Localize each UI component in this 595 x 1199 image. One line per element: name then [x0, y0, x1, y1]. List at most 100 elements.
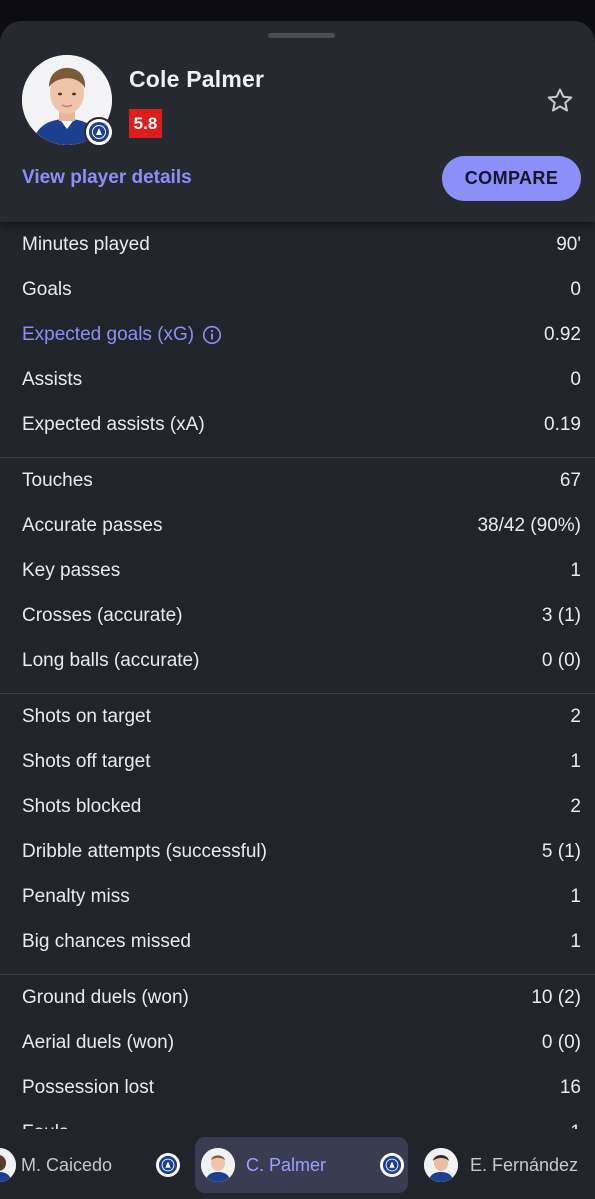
- stat-label-text: Shots off target: [22, 750, 151, 772]
- stat-label-text: Possession lost: [22, 1076, 155, 1098]
- stat-row: Assists 0: [0, 357, 595, 402]
- stat-row: Possession lost 16: [0, 1065, 595, 1110]
- player-stats-sheet: Cole Palmer 5.8 View player details COMP…: [0, 21, 595, 1199]
- stat-value: 67: [559, 469, 581, 491]
- stat-label: Goals: [22, 279, 72, 301]
- stat-label-text: Long balls (accurate): [22, 649, 200, 671]
- stat-label: Ground duels (won): [22, 987, 189, 1009]
- stat-value: 0: [570, 278, 581, 300]
- stat-value: 16: [559, 1076, 581, 1098]
- stat-value: 2: [570, 705, 581, 727]
- stat-label: Penalty miss: [22, 886, 130, 908]
- stat-value: 90': [556, 233, 581, 255]
- stat-label-text: Dribble attempts (successful): [22, 840, 267, 862]
- chelsea-crest-icon: [380, 1153, 404, 1177]
- player-switcher-bar: M. Caicedo C. Palmer E. Fernández: [0, 1129, 595, 1199]
- player-avatar-icon: [201, 1148, 235, 1182]
- stat-label[interactable]: Expected goals (xG): [22, 324, 222, 346]
- stat-value: 38/42 (90%): [477, 514, 581, 536]
- stats-list: Minutes played 90' Goals 0 Expected goals (x…: [0, 222, 595, 1166]
- stat-row: Ground duels (won) 10 (2): [0, 975, 595, 1020]
- stat-label: Aerial duels (won): [22, 1032, 174, 1054]
- stat-value: 3 (1): [541, 604, 581, 626]
- stat-label: Big chances missed: [22, 931, 191, 953]
- stat-label-text: Penalty miss: [22, 885, 130, 907]
- stat-group: Shots on target 2 Shots off target 1 Shots b…: [0, 694, 595, 975]
- stat-value: 1: [570, 559, 581, 581]
- stat-row: Crosses (accurate) 3 (1): [0, 593, 595, 638]
- stat-value: 10 (2): [531, 986, 581, 1008]
- stat-label: Shots on target: [22, 706, 151, 728]
- stat-label-text: Assists: [22, 368, 83, 390]
- stat-label-text: Touches: [22, 469, 93, 491]
- stat-label: Dribble attempts (successful): [22, 841, 267, 863]
- stat-value: 0.92: [544, 323, 581, 345]
- stat-label-text: Ground duels (won): [22, 986, 189, 1008]
- stat-group: Minutes played 90' Goals 0 Expected goals (x…: [0, 222, 595, 458]
- stat-value: 5 (1): [541, 840, 581, 862]
- stat-label-text: Expected assists (xA): [22, 413, 205, 435]
- player-tab-palmer[interactable]: C. Palmer: [195, 1137, 408, 1193]
- stat-value: 1: [570, 750, 581, 772]
- stat-value: 1: [570, 885, 581, 907]
- view-player-details-link[interactable]: View player details: [22, 167, 192, 189]
- stat-label: Key passes: [22, 560, 120, 582]
- stat-row: Touches 67: [0, 458, 595, 503]
- stat-row: Minutes played 90': [0, 222, 595, 267]
- stat-label-text: Crosses (accurate): [22, 604, 183, 626]
- player-tab-name: C. Palmer: [246, 1154, 327, 1175]
- stat-label-text: Minutes played: [22, 233, 150, 255]
- stat-row: Penalty miss 1: [0, 874, 595, 919]
- star-outline-icon[interactable]: [545, 86, 575, 116]
- drag-handle[interactable]: [268, 33, 335, 38]
- stat-label: Minutes played: [22, 234, 150, 256]
- player-rating-badge: 5.8: [129, 109, 162, 138]
- stat-value: 0: [570, 368, 581, 390]
- stat-row: Long balls (accurate) 0 (0): [0, 638, 595, 683]
- stat-value: 0 (0): [541, 649, 581, 671]
- player-tab-name: M. Caicedo: [21, 1154, 113, 1175]
- stat-label: Touches: [22, 470, 93, 492]
- stat-label: Crosses (accurate): [22, 605, 183, 627]
- compare-button[interactable]: COMPARE: [442, 156, 581, 201]
- info-icon[interactable]: [202, 325, 222, 345]
- stat-value: 0 (0): [541, 1031, 581, 1053]
- stat-row: Shots off target 1: [0, 739, 595, 784]
- stat-label-text: Big chances missed: [22, 930, 191, 952]
- stat-label-text: Goals: [22, 278, 72, 300]
- chelsea-crest-icon: [84, 117, 114, 147]
- player-header: Cole Palmer 5.8 View player details COMP…: [0, 21, 595, 222]
- stat-label-text: Aerial duels (won): [22, 1031, 175, 1053]
- stat-label: Possession lost: [22, 1077, 154, 1099]
- stat-row[interactable]: Expected goals (xG) 0.92: [0, 312, 595, 357]
- stat-row: Big chances missed 1: [0, 919, 595, 964]
- stat-row: Dribble attempts (successful) 5 (1): [0, 829, 595, 874]
- player-tab-fernandez[interactable]: E. Fernández: [424, 1137, 578, 1193]
- player-tab-name: E. Fernández: [470, 1154, 579, 1175]
- stat-label: Shots off target: [22, 751, 151, 773]
- chelsea-crest-icon: [156, 1153, 180, 1177]
- player-name: Cole Palmer: [129, 66, 265, 92]
- stat-group: Touches 67 Accurate passes 38/42 (90%) Key p…: [0, 458, 595, 694]
- stat-row: Accurate passes 38/42 (90%): [0, 503, 595, 548]
- stat-value: 1: [570, 930, 581, 952]
- stat-row: Key passes 1: [0, 548, 595, 593]
- stat-row: Aerial duels (won) 0 (0): [0, 1020, 595, 1065]
- stat-label-text: Expected goals (xG): [22, 323, 195, 345]
- stat-label: Assists: [22, 369, 82, 391]
- stat-row: Goals 0: [0, 267, 595, 312]
- stat-label-text: Shots on target: [22, 705, 151, 727]
- stat-row: Expected assists (xA) 0.19: [0, 402, 595, 447]
- stat-label: Long balls (accurate): [22, 650, 199, 672]
- player-avatar-icon: [0, 1148, 16, 1182]
- stat-value: 0.19: [544, 413, 581, 435]
- player-avatar-icon: [424, 1148, 458, 1182]
- stat-row: Shots on target 2: [0, 694, 595, 739]
- stat-label-text: Key passes: [22, 559, 121, 581]
- stat-label: Shots blocked: [22, 796, 141, 818]
- stat-row: Shots blocked 2: [0, 784, 595, 829]
- stat-label: Accurate passes: [22, 515, 162, 537]
- stat-label-text: Accurate passes: [22, 514, 163, 536]
- player-tab-caicedo[interactable]: M. Caicedo: [0, 1137, 112, 1193]
- stat-label: Expected assists (xA): [22, 414, 205, 436]
